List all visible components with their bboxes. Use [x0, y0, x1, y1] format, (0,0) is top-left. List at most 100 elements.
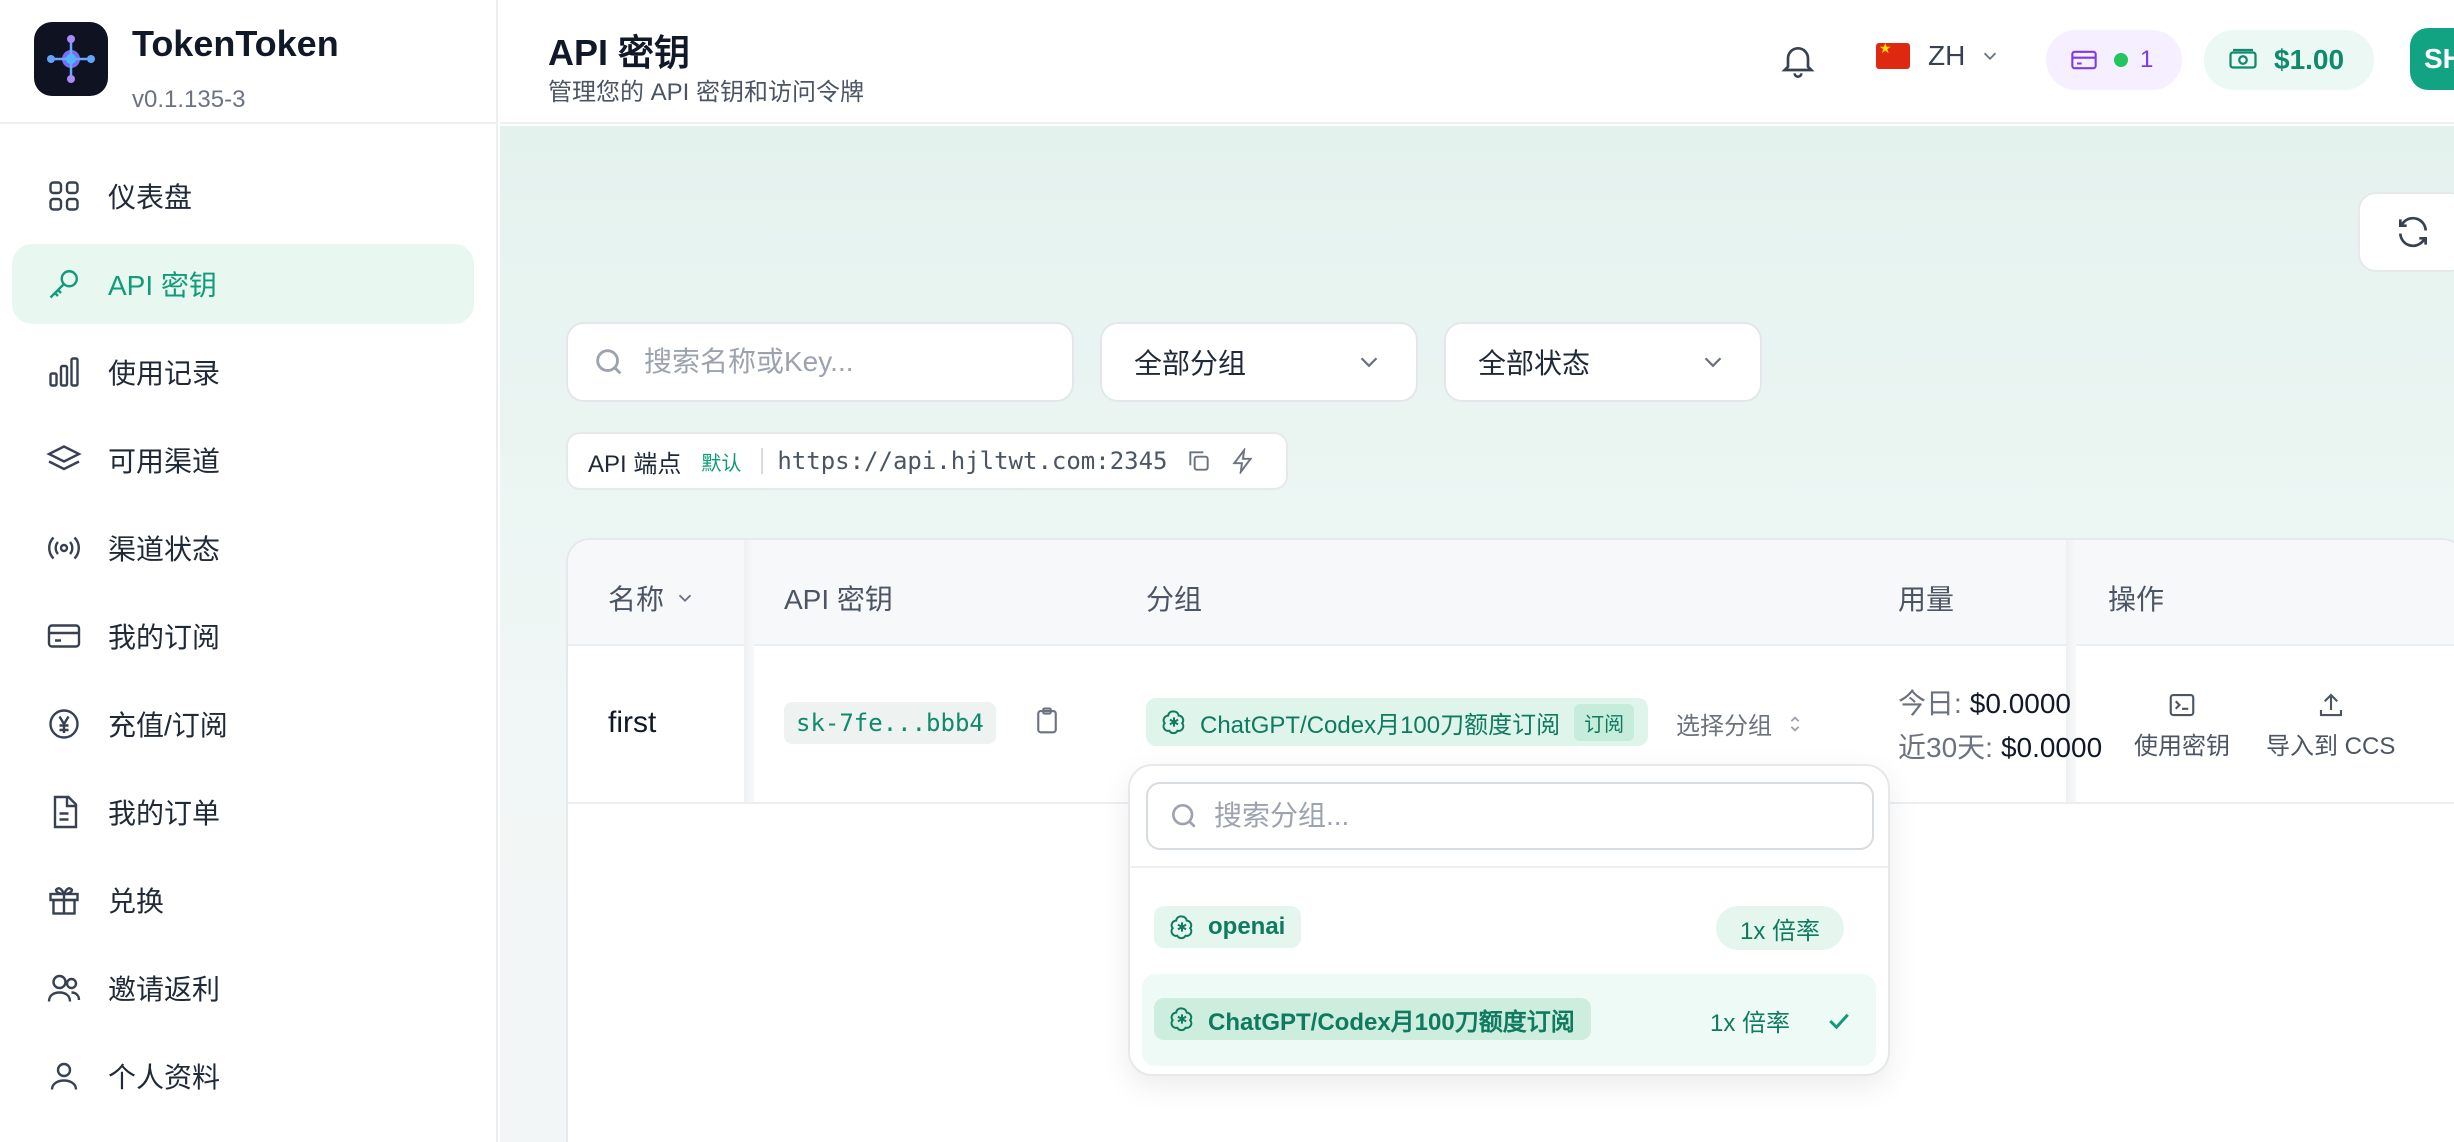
- search-icon: [596, 349, 622, 375]
- sidebar-nav: 仪表盘 API 密钥 使用记录 可用渠道 渠道状态 我的订阅 充值/订阅 我的订…: [12, 156, 474, 1124]
- chevron-down-icon: [1984, 52, 1997, 61]
- select-group-button[interactable]: 选择分组: [1676, 706, 1806, 741]
- search-input-wrapper[interactable]: [566, 322, 1074, 402]
- column-header-usage: 用量: [1898, 584, 1955, 615]
- sidebar-item-recharge[interactable]: 充值/订阅: [12, 684, 474, 764]
- usage-month-value: $0.0000: [2000, 732, 2103, 763]
- search-input[interactable]: [644, 346, 1064, 378]
- refresh-icon: [2398, 216, 2428, 248]
- subscription-count: 1: [2140, 46, 2154, 73]
- select-group-label: 选择分组: [1676, 713, 1772, 740]
- sidebar-item-label: API 密钥: [108, 270, 217, 301]
- endpoint-url[interactable]: https://api.hjltwt.com:2345: [777, 447, 1167, 475]
- sidebar-item-redeem[interactable]: 兑换: [12, 860, 474, 940]
- group-filter-value: 全部分组: [1134, 348, 1247, 379]
- sidebar-item-label: 个人资料: [108, 1062, 221, 1093]
- sidebar-item-api-keys[interactable]: API 密钥: [12, 244, 474, 324]
- refresh-button[interactable]: [2358, 192, 2454, 272]
- upload-icon: [2319, 693, 2342, 717]
- group-option-chip: ChatGPT/Codex月100刀额度订阅: [1154, 998, 1591, 1040]
- usage-today-value: $0.0000: [1969, 688, 2071, 719]
- china-flag-icon: [1876, 40, 1910, 69]
- sidebar-item-channel-status[interactable]: 渠道状态: [12, 508, 474, 588]
- group-search-input[interactable]: [1214, 800, 1814, 832]
- column-header-actions: 操作: [2108, 584, 2165, 615]
- sidebar-item-usage[interactable]: 使用记录: [12, 332, 474, 412]
- group-name: ChatGPT/Codex月100刀额度订阅: [1200, 711, 1561, 739]
- sidebar-item-label: 使用记录: [108, 358, 221, 389]
- column-header-name[interactable]: 名称: [608, 578, 696, 618]
- group-search-wrapper[interactable]: [1146, 782, 1874, 850]
- signal-icon: [48, 536, 80, 560]
- rate-badge: 1x 倍率: [1716, 906, 1845, 950]
- divider: [1130, 866, 1888, 868]
- group-filter-select[interactable]: 全部分组: [1100, 322, 1418, 402]
- terminal-icon: [2169, 693, 2195, 717]
- balance-badge[interactable]: $1.00: [2204, 30, 2374, 90]
- import-ccs-label: 导入到 CCS: [2266, 733, 2396, 760]
- check-icon: [1829, 1013, 1849, 1030]
- avatar[interactable]: SH: [2410, 28, 2454, 90]
- sidebar-item-label: 邀请返利: [108, 974, 221, 1005]
- subscription-badge[interactable]: 1: [2046, 30, 2182, 90]
- sort-icon: [1790, 715, 1800, 732]
- sidebar-item-label: 我的订单: [108, 798, 221, 829]
- chevron-down-icon: [1704, 357, 1722, 368]
- gift-icon: [49, 887, 79, 915]
- usage-month-label: 近30天:: [1898, 732, 1993, 763]
- group-dropdown: openai 1x 倍率 ChatGPT/Codex月100刀额度订阅 1x 倍…: [1128, 764, 1890, 1076]
- row-actions: 使用密钥 导入到 CCS: [2134, 690, 2431, 761]
- group-chip: ChatGPT/Codex月100刀额度订阅 订阅: [1146, 698, 1649, 746]
- subscription-tag: 订阅: [1574, 703, 1635, 741]
- table-header: 名称 API 密钥 分组 用量 操作: [568, 540, 2454, 646]
- layers-icon: [46, 445, 82, 471]
- search-icon: [1172, 804, 1196, 828]
- sidebar-item-label: 充值/订阅: [108, 710, 228, 741]
- language-code: ZH: [1928, 40, 1966, 71]
- sidebar-item-referral[interactable]: 邀请返利: [12, 948, 474, 1028]
- users-icon: [47, 974, 81, 1002]
- usage-today-label: 今日:: [1898, 688, 1962, 719]
- rate-badge: 1x 倍率: [1710, 1009, 1791, 1037]
- bar-chart-icon: [49, 357, 79, 387]
- yen-icon: [49, 709, 79, 739]
- default-badge: 默认: [701, 452, 742, 475]
- openai-icon: [1170, 1007, 1193, 1032]
- language-selector[interactable]: ZH: [1876, 40, 2001, 72]
- use-key-button[interactable]: 使用密钥: [2134, 690, 2230, 761]
- status-filter-select[interactable]: 全部状态: [1444, 322, 1762, 402]
- user-icon: [50, 1062, 78, 1090]
- chevron-down-icon: [678, 594, 692, 603]
- column-header-key: API 密钥: [784, 584, 893, 615]
- notification-bell-icon[interactable]: [1778, 40, 1818, 80]
- group-option-name: openai: [1208, 913, 1286, 940]
- sidebar-item-subscriptions[interactable]: 我的订阅: [12, 596, 474, 676]
- brand-logo: [34, 22, 108, 96]
- use-key-label: 使用密钥: [2134, 733, 2230, 760]
- column-header-label: 名称: [608, 584, 665, 615]
- sidebar-item-profile[interactable]: 个人资料: [12, 1036, 474, 1116]
- copy-icon[interactable]: [1186, 448, 1212, 474]
- import-ccs-button[interactable]: 导入到 CCS: [2266, 690, 2395, 761]
- api-key-value[interactable]: sk-7fe...bbb4: [784, 702, 996, 744]
- group-option-chatgpt-codex[interactable]: ChatGPT/Codex月100刀额度订阅 1x 倍率: [1142, 974, 1876, 1066]
- group-option-name: ChatGPT/Codex月100刀额度订阅: [1208, 1008, 1575, 1036]
- sidebar-item-dashboard[interactable]: 仪表盘: [12, 156, 474, 236]
- lightning-icon[interactable]: [1230, 448, 1256, 474]
- openai-icon: [1162, 710, 1185, 735]
- brand-name: TokenToken: [132, 23, 339, 64]
- sidebar-item-orders[interactable]: 我的订单: [12, 772, 474, 852]
- sidebar-item-label: 可用渠道: [108, 446, 221, 477]
- usage-cell: 今日: $0.0000 近30天: $0.0000: [1898, 682, 2102, 770]
- money-icon: [2229, 48, 2257, 69]
- clipboard-icon[interactable]: [1032, 706, 1062, 736]
- column-header-group: 分组: [1146, 584, 1203, 615]
- dashboard-icon: [49, 181, 79, 211]
- brand[interactable]: TokenToken v0.1.135-3: [34, 22, 339, 122]
- group-option-openai[interactable]: openai 1x 倍率: [1142, 882, 1876, 974]
- group-option-chip: openai: [1154, 906, 1302, 948]
- sidebar-item-channels[interactable]: 可用渠道: [12, 420, 474, 500]
- divider: [761, 448, 764, 474]
- brand-version: v0.1.135-3: [132, 86, 246, 113]
- sidebar-item-label: 仪表盘: [108, 182, 193, 213]
